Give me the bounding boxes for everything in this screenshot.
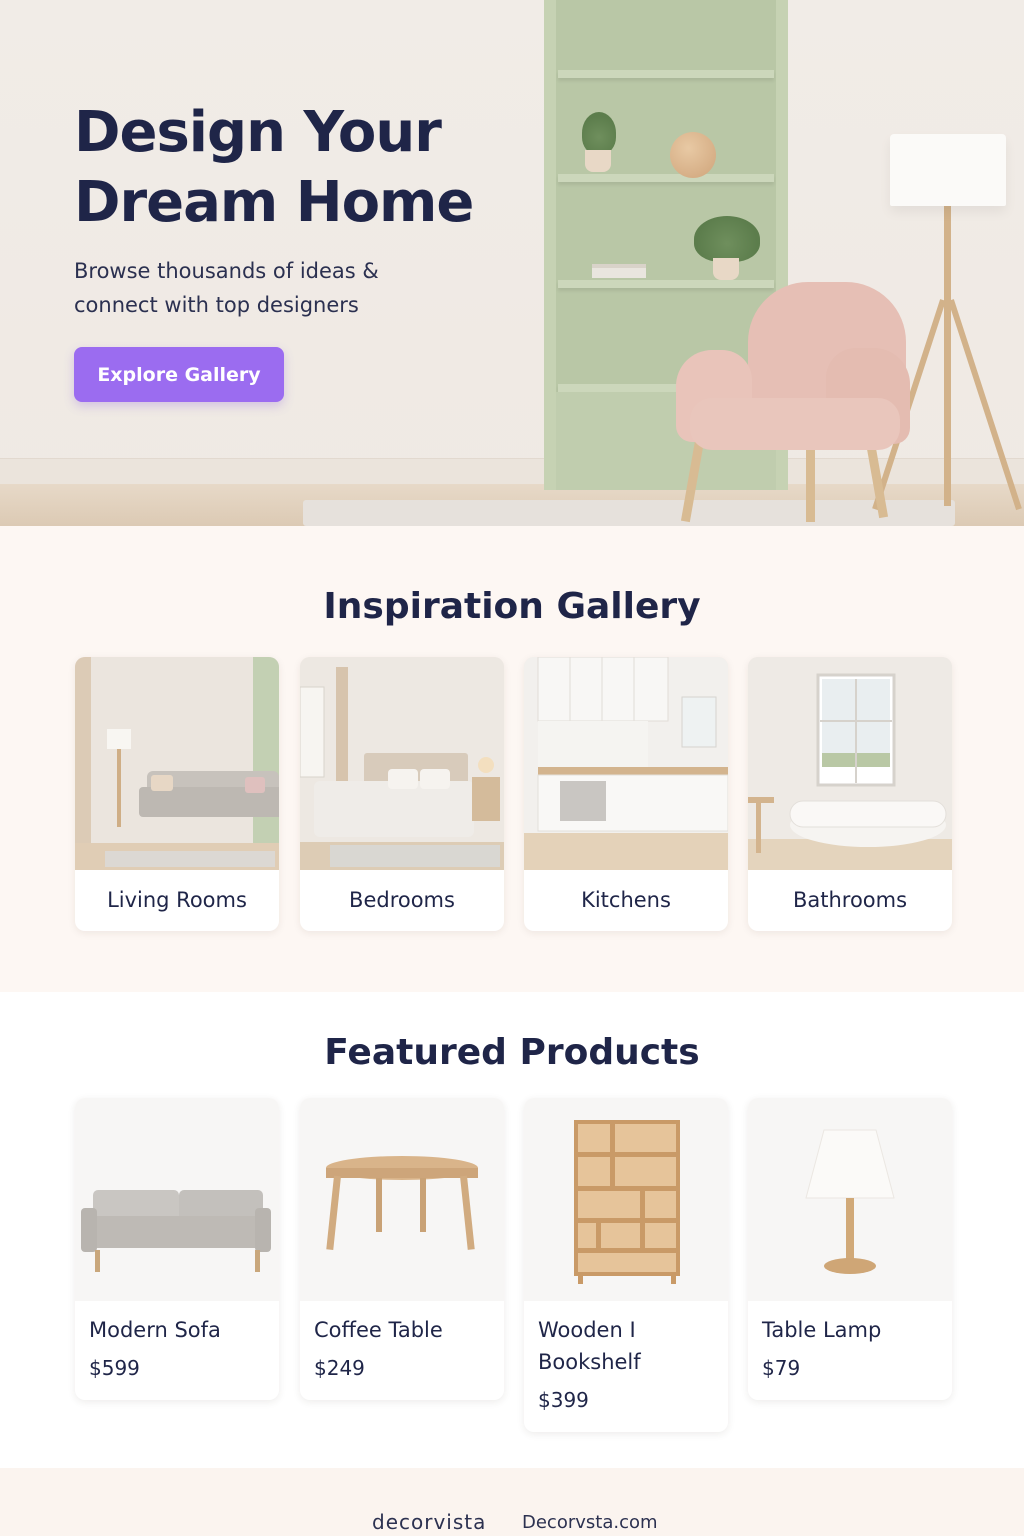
bathroom-image	[748, 657, 952, 870]
hero-armchair-seat	[690, 398, 900, 450]
hero-section: Design Your Dream Home Browse thousands …	[0, 0, 1024, 526]
hero-pot-small	[585, 150, 611, 172]
hero-pot-fern	[713, 258, 739, 280]
gallery-card-bathrooms[interactable]: Bathrooms	[748, 657, 952, 931]
bookshelf-image	[524, 1098, 728, 1301]
explore-gallery-button[interactable]: Explore Gallery	[74, 347, 284, 402]
table-lamp-image	[748, 1098, 952, 1301]
hero-plant-small	[582, 112, 616, 154]
product-card-modern-sofa[interactable]: Modern Sofa $599	[75, 1098, 279, 1400]
footer-logo[interactable]: decorvista	[372, 1510, 486, 1534]
gallery-card-label: Living Rooms	[107, 888, 247, 912]
hero-chair-leg	[806, 440, 815, 522]
gallery-card-kitchens[interactable]: Kitchens	[524, 657, 728, 931]
product-name: Modern Sofa	[89, 1318, 221, 1342]
gallery-card-label: Kitchens	[581, 888, 671, 912]
gallery-card-bedrooms[interactable]: Bedrooms	[300, 657, 504, 931]
product-card-wooden-bookshelf[interactable]: Wooden I Bookshelf $399	[524, 1098, 728, 1432]
product-name: Wooden I Bookshelf	[538, 1318, 641, 1374]
sofa-image	[75, 1098, 279, 1301]
hero-lamp-shade	[890, 134, 1006, 206]
kitchen-image	[524, 657, 728, 870]
gallery-card-label: Bathrooms	[792, 888, 908, 912]
product-price: $399	[538, 1388, 589, 1412]
bedroom-image	[300, 657, 504, 870]
product-price: $249	[314, 1356, 365, 1380]
hero-lamp-pole	[944, 206, 951, 506]
product-card-table-lamp[interactable]: Table Lamp $79	[748, 1098, 952, 1400]
footer-url-link[interactable]: Decorvsta.com	[522, 1512, 658, 1533]
product-price: $79	[762, 1356, 801, 1380]
gallery-card-label: Bedrooms	[349, 888, 455, 912]
hero-subtitle: Browse thousands of ideas & connect with…	[74, 259, 379, 317]
hero-plant-fern	[694, 216, 760, 262]
living-room-image	[75, 657, 279, 870]
hero-books	[592, 264, 646, 278]
products-title: Featured Products	[324, 1032, 700, 1073]
product-card-coffee-table[interactable]: Coffee Table $249	[300, 1098, 504, 1400]
hero-title: Design Your Dream Home	[74, 100, 474, 235]
gallery-title: Inspiration Gallery	[323, 586, 701, 627]
coffee-table-image	[300, 1098, 504, 1301]
hero-wooden-disc	[670, 132, 716, 178]
product-price: $599	[89, 1356, 140, 1380]
hero-rug	[303, 500, 955, 526]
product-name: Coffee Table	[314, 1318, 443, 1342]
footer: decorvista Decorvsta.com	[0, 1468, 1024, 1536]
gallery-card-living-rooms[interactable]: Living Rooms	[75, 657, 279, 931]
product-name: Table Lamp	[762, 1318, 882, 1342]
